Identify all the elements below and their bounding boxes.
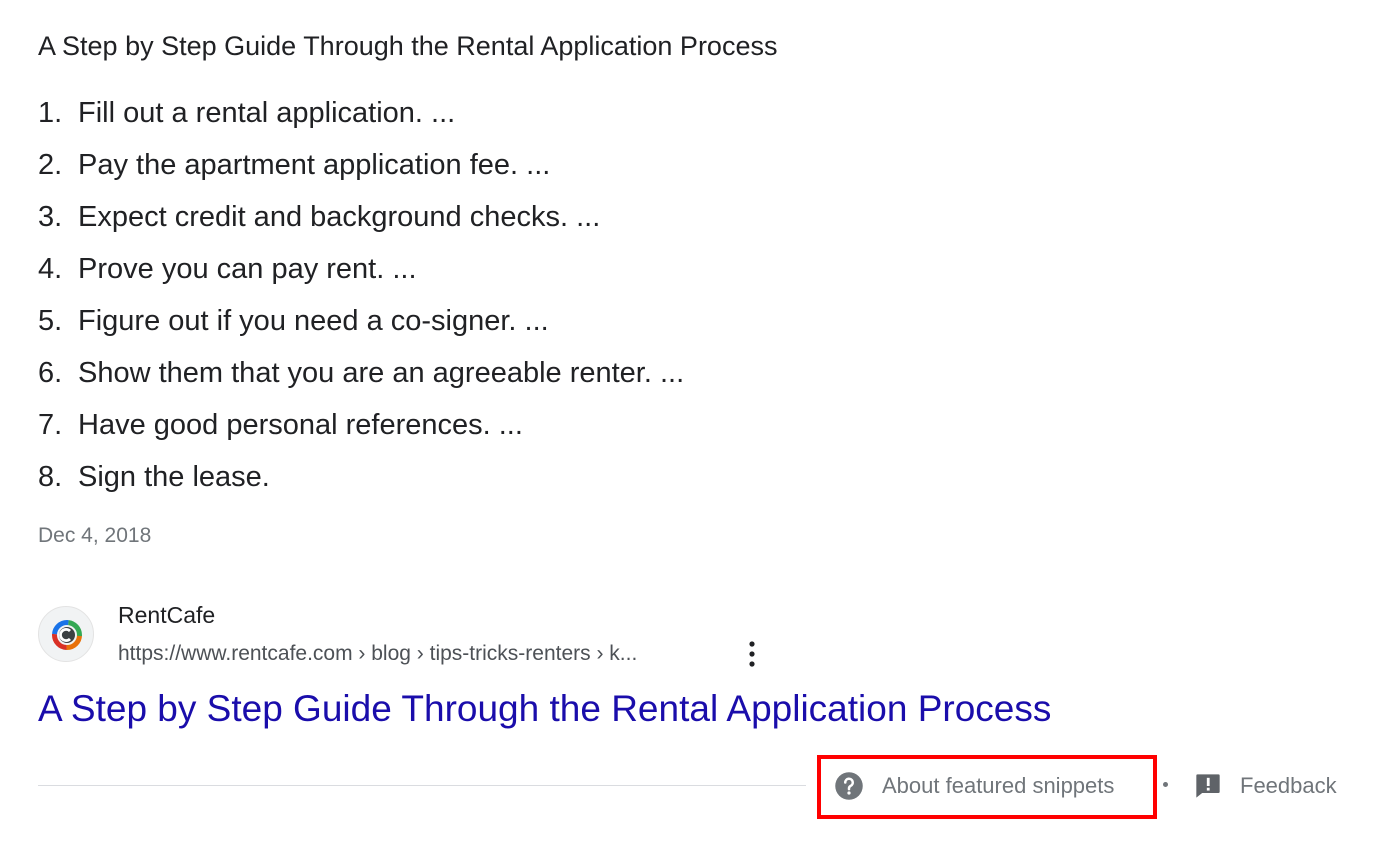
snippet-heading: A Step by Step Guide Through the Rental … bbox=[38, 31, 778, 61]
step-text: Have good personal references. ... bbox=[78, 409, 523, 441]
divider bbox=[38, 785, 806, 786]
feedback-icon bbox=[1196, 774, 1220, 798]
feedback-label: Feedback bbox=[1240, 773, 1337, 798]
step-text: Expect credit and background checks. ... bbox=[78, 201, 601, 233]
step-number: 8. bbox=[38, 461, 63, 493]
more-vert-icon[interactable] bbox=[738, 638, 766, 670]
rentcafe-logo-icon[interactable] bbox=[38, 606, 94, 662]
step-number: 1. bbox=[38, 97, 63, 129]
result-title-link[interactable]: A Step by Step Guide Through the Rental … bbox=[38, 686, 1051, 732]
about-featured-snippets-label: About featured snippets bbox=[882, 773, 1115, 798]
steps-list: 1. Fill out a rental application. ... 2. P… bbox=[38, 92, 684, 508]
step-number: 2. bbox=[38, 149, 63, 181]
more-vert-icon-graphic bbox=[749, 641, 755, 667]
list-item: 1. Fill out a rental application. ... bbox=[38, 92, 684, 144]
step-text: Pay the apartment application fee. ... bbox=[78, 149, 551, 181]
step-text: Fill out a rental application. ... bbox=[78, 97, 456, 129]
step-text: Prove you can pay rent. ... bbox=[78, 253, 417, 285]
list-item: 4. Prove you can pay rent. ... bbox=[38, 248, 684, 300]
separator-dot bbox=[1163, 782, 1168, 787]
step-number: 5. bbox=[38, 305, 63, 337]
list-item: 8. Sign the lease. bbox=[38, 456, 684, 508]
site-url[interactable]: https://www.rentcafe.com › blog › tips-t… bbox=[118, 640, 637, 668]
step-number: 7. bbox=[38, 409, 63, 441]
list-item: 5. Figure out if you need a co-signer. ..… bbox=[38, 300, 684, 352]
rentcafe-logo-icon-graphic bbox=[52, 620, 82, 650]
list-item: 7. Have good personal references. ... bbox=[38, 404, 684, 456]
about-featured-snippets-link[interactable]: About featured snippets bbox=[834, 768, 1114, 804]
step-text: Sign the lease. bbox=[78, 461, 270, 493]
step-number: 3. bbox=[38, 201, 63, 233]
step-text: Show them that you are an agreeable rent… bbox=[78, 357, 685, 389]
feedback-link[interactable]: Feedback bbox=[1194, 768, 1337, 804]
step-text: Figure out if you need a co-signer. ... bbox=[78, 305, 549, 337]
list-item: 2. Pay the apartment application fee. ... bbox=[38, 144, 684, 196]
step-number: 6. bbox=[38, 357, 63, 389]
help-circle-icon bbox=[835, 772, 863, 800]
step-number: 4. bbox=[38, 253, 63, 285]
site-name[interactable]: RentCafe bbox=[118, 600, 215, 630]
list-item: 6. Show them that you are an agreeable re… bbox=[38, 352, 684, 404]
snippet-date: Dec 4, 2018 bbox=[38, 524, 152, 547]
list-item: 3. Expect credit and background checks. .… bbox=[38, 196, 684, 248]
